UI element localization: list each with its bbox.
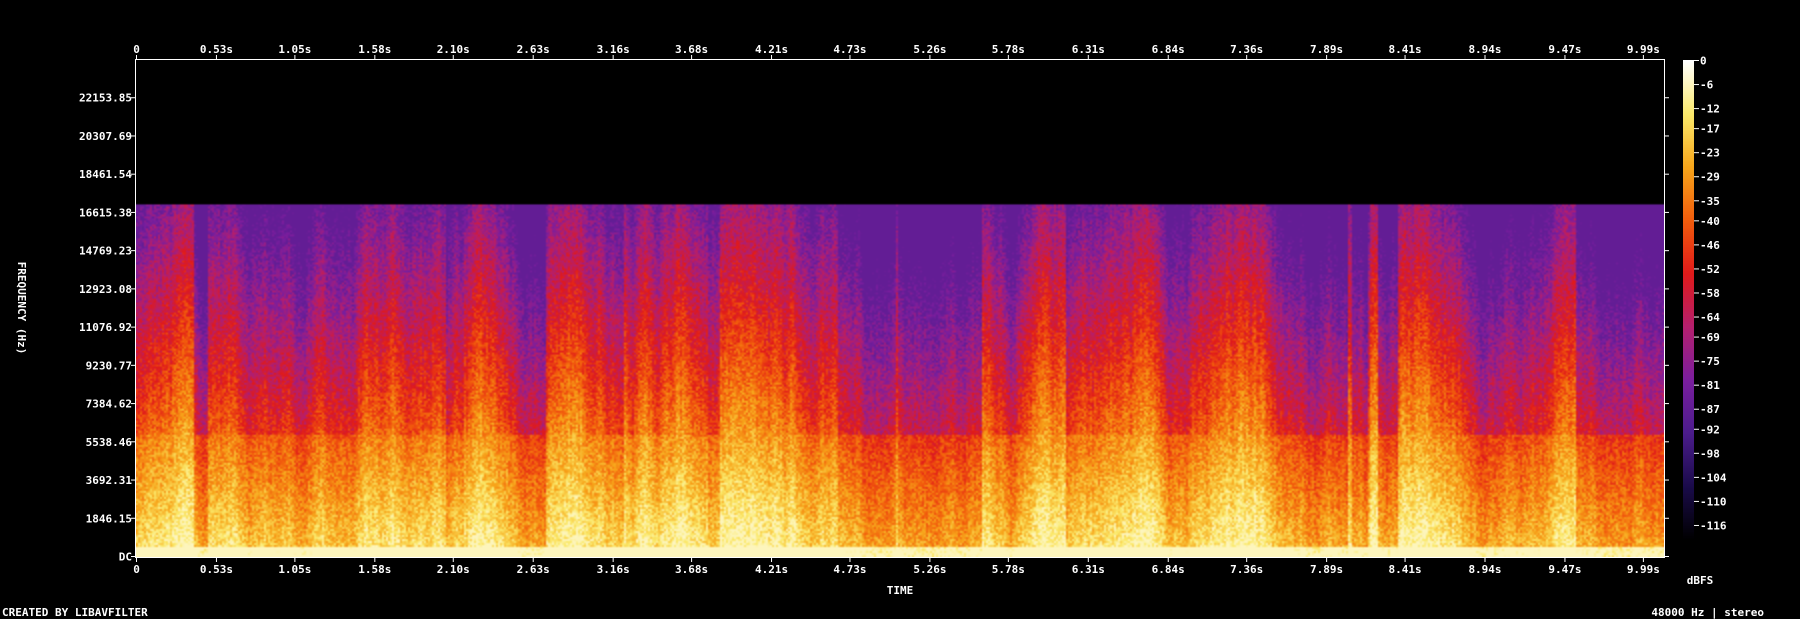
y-tick-label: 5538.46 xyxy=(86,436,133,449)
x-tick-label-top: 9.99s xyxy=(1627,43,1660,56)
scale-tick-label: -35 xyxy=(1700,195,1720,208)
x-tick-label-bottom: 0.53s xyxy=(200,563,233,576)
y-axis-label: FREQUENCY (Hz) xyxy=(15,262,28,355)
axes-overlay: 0 0.53s 1.05s 1.58s 2.10s 2.63s 3.16s 3.68s 4.21… xyxy=(2,43,1764,619)
x-tick-label-top: 5.78s xyxy=(992,43,1025,56)
scale-tick-label: -64 xyxy=(1700,311,1720,324)
spectrogram-view: 0 0.53s 1.05s 1.58s 2.10s 2.63s 3.16s 3.68s 4.21… xyxy=(0,0,1800,619)
x-tick-label-bottom: 5.78s xyxy=(992,563,1025,576)
x-tick-label-bottom: 1.05s xyxy=(278,563,311,576)
scale-tick-label: 0 xyxy=(1700,55,1707,68)
x-tick-label-bottom: 1.58s xyxy=(358,563,391,576)
x-tick-label-top: 4.73s xyxy=(833,43,866,56)
x-tick-label-top: 4.21s xyxy=(755,43,788,56)
x-tick-label-bottom: 3.68s xyxy=(675,563,708,576)
scale-tick-label: -46 xyxy=(1700,239,1720,252)
y-tick-label: DC xyxy=(119,551,132,564)
footer-credit: CREATED BY LIBAVFILTER xyxy=(2,606,148,619)
x-tick-label-bottom: 2.10s xyxy=(437,563,470,576)
scale-tick-label: -17 xyxy=(1700,123,1720,136)
scale-tick-label: -69 xyxy=(1700,331,1720,344)
x-tick-label-bottom: 6.84s xyxy=(1152,563,1185,576)
color-scale-axis: 0 -6 -12 -17 -23 -29 -35 -40 -46 -52 -58 -64 -69 -75 -… xyxy=(1694,55,1727,532)
y-tick-label: 3692.31 xyxy=(86,474,133,487)
y-tick-label: 1846.15 xyxy=(86,512,132,525)
y-tick-label: 20307.69 xyxy=(79,130,132,143)
x-tick-label-top: 9.47s xyxy=(1548,43,1581,56)
footer-format: 48000 Hz | stereo xyxy=(1651,606,1764,619)
y-tick-label: 9230.77 xyxy=(86,359,132,372)
x-tick-label-bottom: 7.36s xyxy=(1230,563,1263,576)
y-tick-label: 22153.85 xyxy=(79,92,132,105)
x-tick-label-bottom: 4.73s xyxy=(833,563,866,576)
scale-tick-label: -110 xyxy=(1700,495,1727,508)
plot-frame xyxy=(135,59,1665,558)
x-tick-label-top: 6.84s xyxy=(1152,43,1185,56)
x-tick-label-top: 7.36s xyxy=(1230,43,1263,56)
x-tick-label-bottom: 5.26s xyxy=(913,563,946,576)
x-tick-label-top: 0 xyxy=(133,43,140,56)
scale-tick-label: -40 xyxy=(1700,215,1720,228)
scale-tick-label: -116 xyxy=(1700,519,1727,532)
x-tick-label-bottom: 4.21s xyxy=(755,563,788,576)
x-tick-label-bottom: 0 xyxy=(133,563,140,576)
y-tick-label: 14769.23 xyxy=(79,245,132,258)
y-tick-label: 7384.62 xyxy=(86,398,132,411)
scale-tick-label: -75 xyxy=(1700,355,1720,368)
scale-tick-label: -52 xyxy=(1700,263,1720,276)
x-tick-label-top: 1.58s xyxy=(358,43,391,56)
x-tick-label-top: 3.68s xyxy=(675,43,708,56)
x-tick-label-top: 2.10s xyxy=(437,43,470,56)
x-tick-label-top: 1.05s xyxy=(278,43,311,56)
time-axis-bottom: 0 0.53s 1.05s 1.58s 2.10s 2.63s 3.16s 3.68s 4.21… xyxy=(133,557,1660,576)
x-tick-label-top: 8.41s xyxy=(1388,43,1421,56)
y-tick-label: 16615.38 xyxy=(79,206,132,219)
scale-tick-label: -92 xyxy=(1700,423,1720,436)
y-tick-label: 12923.08 xyxy=(79,283,132,296)
scale-tick-label: -81 xyxy=(1700,379,1720,392)
x-tick-label-top: 3.16s xyxy=(597,43,630,56)
scale-tick-label: -58 xyxy=(1700,287,1720,300)
scale-tick-label: -6 xyxy=(1700,79,1714,92)
scale-tick-label: -104 xyxy=(1700,471,1727,484)
y-tick-label: 11076.92 xyxy=(79,321,132,334)
x-axis-label: TIME xyxy=(887,584,914,597)
x-tick-label-bottom: 9.47s xyxy=(1548,563,1581,576)
scale-tick-label: -87 xyxy=(1700,403,1720,416)
scale-tick-label: -29 xyxy=(1700,171,1720,184)
time-axis-top: 0 0.53s 1.05s 1.58s 2.10s 2.63s 3.16s 3.68s 4.21… xyxy=(133,43,1660,60)
frequency-axis-left: DC 1846.15 3692.31 5538.46 7384.62 9230.77 110… xyxy=(79,92,136,564)
x-tick-label-top: 5.26s xyxy=(913,43,946,56)
x-tick-label-top: 2.63s xyxy=(517,43,550,56)
x-tick-label-top: 8.94s xyxy=(1468,43,1501,56)
scale-tick-label: -12 xyxy=(1700,103,1720,116)
x-tick-label-bottom: 8.41s xyxy=(1388,563,1421,576)
x-tick-label-bottom: 9.99s xyxy=(1627,563,1660,576)
scale-tick-label: -23 xyxy=(1700,147,1720,160)
x-tick-label-bottom: 8.94s xyxy=(1468,563,1501,576)
x-tick-label-bottom: 6.31s xyxy=(1072,563,1105,576)
x-tick-label-bottom: 2.63s xyxy=(517,563,550,576)
x-tick-label-bottom: 3.16s xyxy=(597,563,630,576)
y-tick-label: 18461.54 xyxy=(79,168,132,181)
scale-tick-label: -98 xyxy=(1700,447,1720,460)
color-scale-unit: dBFS xyxy=(1687,574,1714,587)
x-tick-label-bottom: 7.89s xyxy=(1310,563,1343,576)
x-tick-label-top: 0.53s xyxy=(200,43,233,56)
x-tick-label-top: 6.31s xyxy=(1072,43,1105,56)
x-tick-label-top: 7.89s xyxy=(1310,43,1343,56)
